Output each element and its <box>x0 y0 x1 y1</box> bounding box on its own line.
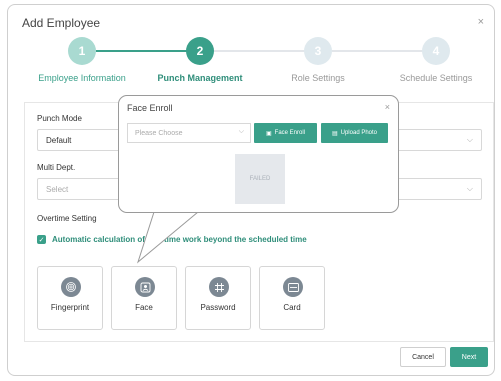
capture-status: FAILED <box>249 176 271 182</box>
face-enroll-popup: Face Enroll × Please Choose ⌵ ▣ Face Enr… <box>118 95 399 213</box>
image-icon: ▤ <box>331 130 338 137</box>
face-scan-icon: ▣ <box>265 130 272 137</box>
face-enroll-button[interactable]: ▣ Face Enroll <box>254 123 317 143</box>
upload-photo-label: Upload Photo <box>340 130 378 136</box>
chevron-down-icon: ⌵ <box>238 128 244 135</box>
face-capture-preview: FAILED <box>235 154 285 204</box>
close-icon[interactable]: × <box>385 102 390 112</box>
popup-title: Face Enroll <box>127 103 173 113</box>
face-enroll-label: Face Enroll <box>274 130 306 136</box>
device-select-placeholder: Please Choose <box>135 129 183 137</box>
device-select[interactable]: Please Choose ⌵ <box>127 123 251 143</box>
upload-photo-button[interactable]: ▤ Upload Photo <box>321 123 388 143</box>
